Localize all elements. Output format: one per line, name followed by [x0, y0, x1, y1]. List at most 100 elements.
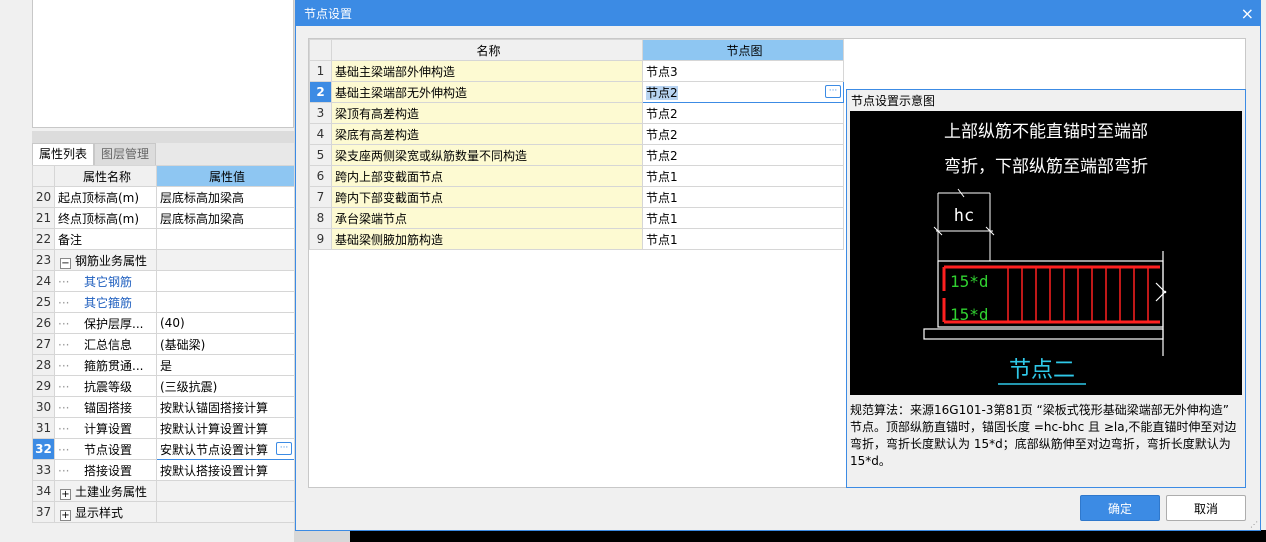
node-figure-cell[interactable]: 节点1 [642, 207, 844, 229]
group-label: 钢筋业务属性 [75, 253, 148, 268]
node-row[interactable]: 8 承台梁端节点 节点1 [309, 207, 844, 229]
node-row[interactable]: 7 跨内下部变截面节点 节点1 [309, 186, 844, 208]
panel-splitter[interactable] [32, 131, 294, 143]
tree-line-icon: ··· [58, 463, 70, 478]
tree-line-icon: ··· [58, 337, 70, 352]
property-value[interactable]: 按默认搭接设置计算 [156, 459, 295, 481]
property-value[interactable]: 是 [156, 354, 295, 376]
node-figure-cell[interactable]: 节点2 [642, 102, 844, 124]
property-header-row: 属性名称 属性值 [32, 165, 295, 187]
node-figure-edit-field[interactable]: 节点2 ··· [642, 81, 844, 103]
property-name: 终点顶标高(m) [54, 207, 157, 229]
property-value[interactable] [156, 228, 295, 250]
property-row[interactable]: 22 备注 [32, 228, 295, 250]
row-number: 30 [32, 396, 55, 418]
property-row[interactable]: 28 ··· 箍筋贯通... 是 [32, 354, 295, 376]
property-value[interactable] [156, 291, 295, 313]
property-row-selected[interactable]: 32 ··· 节点设置 安默认节点设置计算 ··· [32, 438, 295, 460]
tree-line-icon: ··· [58, 274, 70, 289]
property-link-label[interactable]: 其它箍筋 [84, 296, 132, 310]
resize-grip-icon[interactable]: ⋰ [1250, 520, 1258, 529]
bottom-bend-label: 15*d [950, 305, 989, 324]
node-setting-value-field[interactable]: 安默认节点设置计算 ··· [156, 438, 295, 460]
property-value[interactable]: (40) [156, 312, 295, 334]
tab-layer-management[interactable]: 图层管理 [94, 143, 157, 165]
node-figure-cell[interactable]: 节点1 [642, 186, 844, 208]
node-figure-cell[interactable]: 节点3 [642, 60, 844, 82]
node-row[interactable]: 3 梁顶有高差构造 节点2 [309, 102, 844, 124]
property-row[interactable]: 27 ··· 汇总信息 (基础梁) [32, 333, 295, 355]
property-table: 属性名称 属性值 20 起点顶标高(m) 层底标高加梁高 21 终点顶标高(m)… [32, 165, 295, 523]
node-name-cell[interactable]: 梁顶有高差构造 [331, 102, 643, 124]
dialog-titlebar[interactable]: 节点设置 × [296, 1, 1260, 26]
node-row[interactable]: 9 基础梁侧腋加筋构造 节点1 [309, 228, 844, 250]
property-value[interactable]: 层底标高加梁高 [156, 207, 295, 229]
property-row[interactable]: 25 ··· 其它箍筋 [32, 291, 295, 313]
property-row[interactable]: 29 ··· 抗震等级 (三级抗震) [32, 375, 295, 397]
cancel-button[interactable]: 取消 [1166, 495, 1246, 521]
property-row[interactable]: 33 ··· 搭接设置 按默认搭接设置计算 [32, 459, 295, 481]
name-column-header[interactable]: 名称 [331, 39, 643, 61]
expand-icon[interactable]: + [60, 509, 71, 521]
node-row-selected[interactable]: 2 基础主梁端部无外伸构造 节点2 ··· [309, 81, 844, 103]
node-figure-cell[interactable]: 节点1 [642, 165, 844, 187]
node-name-cell[interactable]: 梁底有高差构造 [331, 123, 643, 145]
property-row[interactable]: 26 ··· 保护层厚... (40) [32, 312, 295, 334]
tree-line-icon: ··· [58, 316, 70, 331]
property-row[interactable]: 30 ··· 锚固搭接 按默认锚固搭接计算 [32, 396, 295, 418]
dialog-title: 节点设置 [304, 7, 353, 21]
node-name-cell[interactable]: 基础主梁端部外伸构造 [331, 60, 643, 82]
property-value[interactable]: 按默认计算设置计算 [156, 417, 295, 439]
property-value[interactable]: (三级抗震) [156, 375, 295, 397]
tab-property-list[interactable]: 属性列表 [32, 143, 95, 165]
property-value[interactable]: 层底标高加梁高 [156, 186, 295, 208]
ellipsis-button[interactable]: ··· [825, 85, 841, 98]
expand-icon[interactable]: + [60, 488, 71, 500]
node-figure-cell[interactable]: 节点2 [642, 144, 844, 166]
collapse-icon[interactable]: − [60, 257, 71, 269]
node-figure-cell[interactable]: 节点2 [642, 123, 844, 145]
property-row[interactable]: 21 终点顶标高(m) 层底标高加梁高 [32, 207, 295, 229]
property-row[interactable]: 24 ··· 其它钢筋 [32, 270, 295, 292]
hc-label: hc [954, 206, 974, 226]
node-name-cell[interactable]: 基础主梁端部无外伸构造 [331, 81, 643, 103]
property-link-label[interactable]: 其它钢筋 [84, 275, 132, 289]
property-label: 保护层厚... [84, 316, 144, 331]
node-name-cell[interactable]: 梁支座两侧梁宽或纵筋数量不同构造 [331, 144, 643, 166]
group-label: 显示样式 [75, 505, 124, 520]
property-group-row[interactable]: 34 + 土建业务属性 [32, 480, 295, 502]
node-row[interactable]: 4 梁底有高差构造 节点2 [309, 123, 844, 145]
node-figure-cell[interactable]: 节点1 [642, 228, 844, 250]
node-table: 名称 节点图 1 基础主梁端部外伸构造 节点3 2 基础主梁端部无外伸构造 节点… [309, 39, 844, 250]
property-row[interactable]: 31 ··· 计算设置 按默认计算设置计算 [32, 417, 295, 439]
property-group-row[interactable]: 23 − 钢筋业务属性 [32, 249, 295, 271]
figure-column-header[interactable]: 节点图 [642, 39, 844, 61]
property-row[interactable]: 20 起点顶标高(m) 层底标高加梁高 [32, 186, 295, 208]
node-diagram-svg: 上部纵筋不能直锚时至端部 弯折，下部纵筋至端部弯折 hc 15*d 15*d 节… [923, 122, 1167, 385]
property-name: ··· 计算设置 [54, 417, 157, 439]
ok-button[interactable]: 确定 [1080, 495, 1160, 521]
property-value[interactable]: (基础梁) [156, 333, 295, 355]
node-name-cell[interactable]: 基础梁侧腋加筋构造 [331, 228, 643, 250]
property-value[interactable]: 按默认锚固搭接计算 [156, 396, 295, 418]
property-group-name: − 钢筋业务属性 [54, 249, 157, 271]
node-name-cell[interactable]: 跨内上部变截面节点 [331, 165, 643, 187]
property-name: ··· 搭接设置 [54, 459, 157, 481]
ellipsis-button[interactable]: ··· [276, 442, 292, 455]
property-value[interactable] [156, 270, 295, 292]
node-name-cell[interactable]: 承台梁端节点 [331, 207, 643, 229]
top-bend-label: 15*d [950, 272, 989, 291]
close-icon[interactable]: × [1241, 5, 1254, 22]
diagram-panel-title: 节点设置示意图 [851, 94, 936, 108]
node-name-cell[interactable]: 跨内下部变截面节点 [331, 186, 643, 208]
property-group-row[interactable]: 37 + 显示样式 [32, 501, 295, 523]
row-number: 31 [32, 417, 55, 439]
group-label: 土建业务属性 [75, 484, 148, 499]
row-number: 22 [32, 228, 55, 250]
left-panel-tabs: 属性列表 图层管理 [32, 143, 294, 165]
node-row[interactable]: 6 跨内上部变截面节点 节点1 [309, 165, 844, 187]
node-row[interactable]: 5 梁支座两侧梁宽或纵筋数量不同构造 节点2 [309, 144, 844, 166]
node-row[interactable]: 1 基础主梁端部外伸构造 节点3 [309, 60, 844, 82]
row-number: 1 [309, 60, 332, 82]
row-number: 34 [32, 480, 55, 502]
